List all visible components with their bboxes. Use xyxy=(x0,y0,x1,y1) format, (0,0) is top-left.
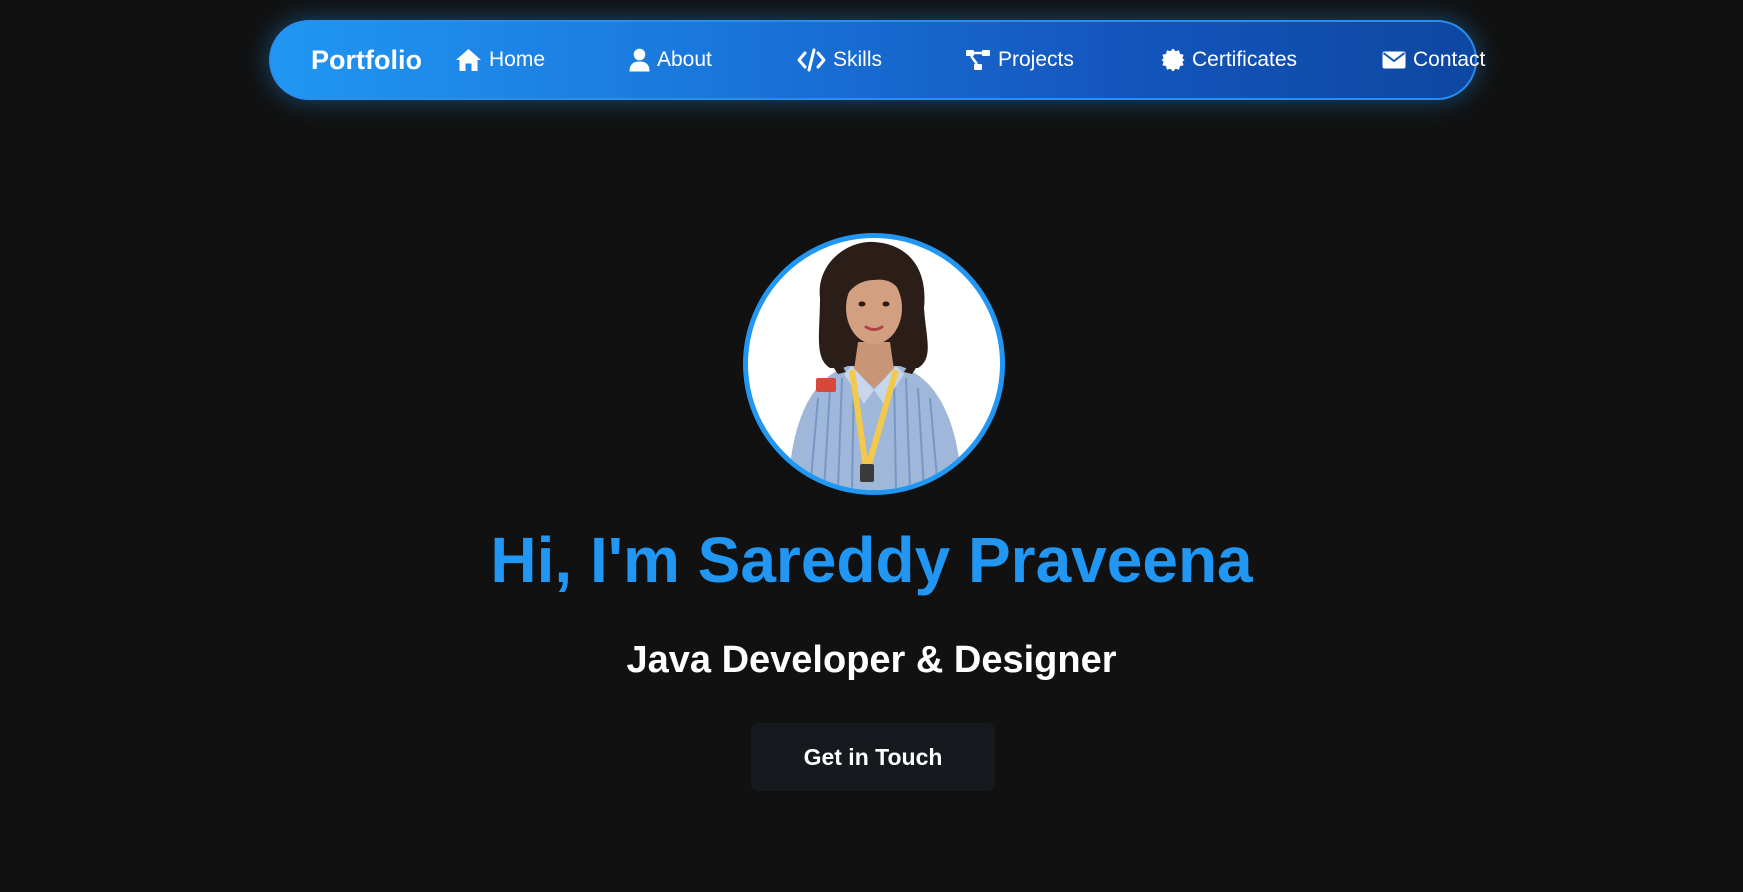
project-diagram-icon xyxy=(965,49,991,71)
navbar: Portfolio Home About Skills Projects Cer… xyxy=(269,20,1485,100)
user-icon xyxy=(629,48,650,72)
code-icon xyxy=(797,48,826,72)
nav-item-label: Projects xyxy=(998,48,1074,71)
nav-item-label: Home xyxy=(489,48,546,71)
nav-item-home[interactable]: Home xyxy=(455,22,545,98)
nav-item-certificates[interactable]: Certificates xyxy=(1161,22,1297,98)
hero-title: Hi, I'm Sareddy Praveena xyxy=(490,524,1253,596)
home-icon xyxy=(455,48,482,72)
nav-item-label: About xyxy=(657,48,712,71)
nav-item-about[interactable]: About xyxy=(629,22,712,98)
profile-avatar xyxy=(743,233,1005,495)
nav-item-skills[interactable]: Skills xyxy=(797,22,882,98)
nav-item-contact[interactable]: Contact xyxy=(1382,22,1485,98)
certificate-icon xyxy=(1161,48,1185,72)
nav-item-label: Skills xyxy=(833,48,883,71)
hero-subtitle: Java Developer & Designer xyxy=(626,639,1117,681)
nav-item-projects[interactable]: Projects xyxy=(965,22,1074,98)
brand-logo[interactable]: Portfolio xyxy=(311,22,422,98)
nav-item-label: Certificates xyxy=(1192,48,1298,71)
nav-item-label: Contact xyxy=(1413,48,1486,71)
envelope-icon xyxy=(1382,51,1406,69)
get-in-touch-button[interactable]: Get in Touch xyxy=(751,723,995,791)
